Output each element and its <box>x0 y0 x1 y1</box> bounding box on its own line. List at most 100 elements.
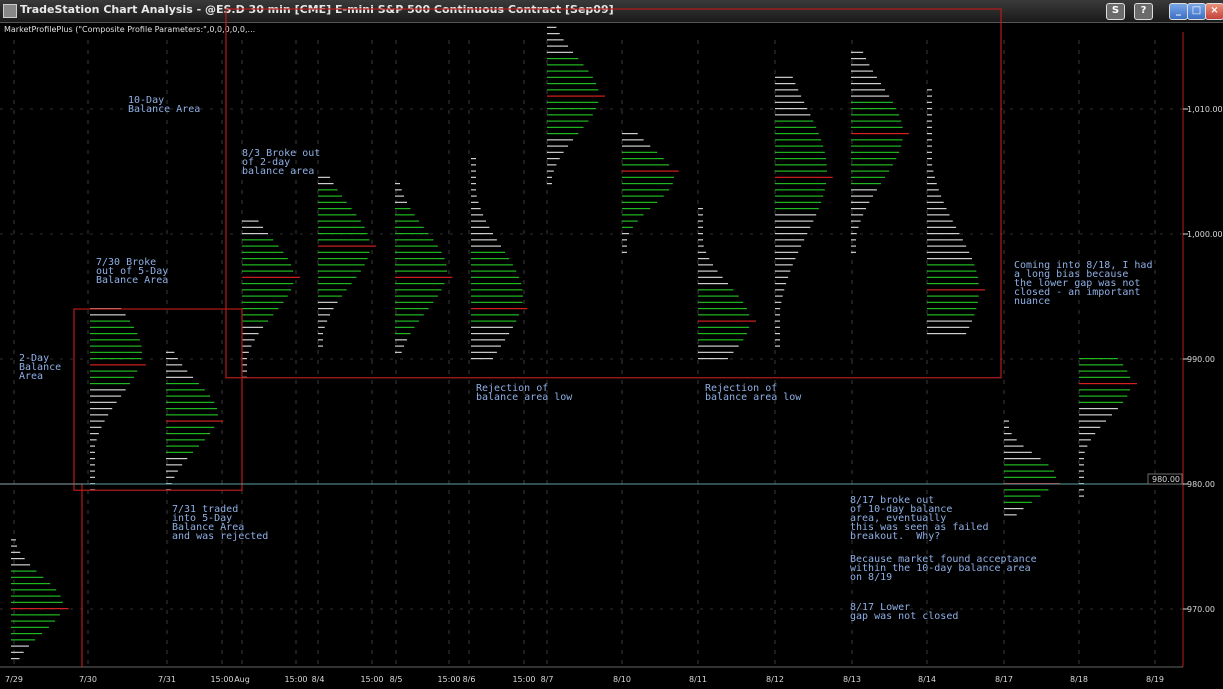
tpo-row <box>395 251 442 253</box>
tpo-row <box>471 333 510 335</box>
tpo-row <box>1004 426 1009 428</box>
x-tick-label: 8/13 <box>843 675 861 684</box>
tpo-row <box>775 326 780 328</box>
tpo-row <box>927 176 935 178</box>
tpo-row <box>851 245 856 247</box>
profile-7-31 <box>166 351 224 491</box>
tpo-row <box>775 214 817 216</box>
tpo-row <box>242 339 255 341</box>
tpo-row <box>11 645 29 647</box>
tpo-row <box>166 445 199 447</box>
tpo-row <box>851 208 867 210</box>
tpo-row <box>1004 445 1024 447</box>
tpo-row <box>242 233 269 235</box>
tpo-row <box>547 33 560 35</box>
tpo-row <box>471 220 487 222</box>
tpo-row <box>927 139 932 141</box>
x-tick-label: 8/18 <box>1070 675 1088 684</box>
tpo-row <box>166 476 175 478</box>
tpo-row <box>622 158 664 160</box>
tpo-row <box>1079 470 1084 472</box>
annotation-rejection-2: Rejection of balance area low <box>705 383 802 403</box>
tpo-row <box>547 126 584 128</box>
tpo-row <box>622 176 674 178</box>
tpo-row <box>775 145 824 147</box>
tpo-row <box>1004 464 1049 466</box>
tpo-row <box>775 245 802 247</box>
tpo-row <box>242 245 279 247</box>
tpo-row <box>698 233 703 235</box>
tpo-row <box>1004 476 1056 478</box>
tpo-row <box>698 301 744 303</box>
tpo-row <box>698 308 747 310</box>
tpo-row <box>775 301 782 303</box>
tpo-row <box>622 245 627 247</box>
tpo-row <box>698 258 710 260</box>
tpo-row <box>547 51 574 53</box>
tpo-row <box>851 126 903 128</box>
poc-bar <box>166 420 224 422</box>
poc-bar <box>1079 383 1137 385</box>
tpo-row <box>927 314 975 316</box>
tpo-row <box>698 226 703 228</box>
tpo-row <box>471 176 476 178</box>
tpo-row <box>318 233 368 235</box>
tpo-row <box>11 545 18 547</box>
tpo-row <box>166 364 183 366</box>
tpo-row <box>851 101 893 103</box>
tpo-row <box>166 458 188 460</box>
tpo-row <box>698 283 728 285</box>
tpo-row <box>851 201 870 203</box>
x-tick-label: 7/29 <box>5 675 23 684</box>
tpo-row <box>698 270 718 272</box>
profile-8-12 <box>775 76 833 347</box>
tpo-row <box>775 270 791 272</box>
tpo-row <box>927 108 932 110</box>
tpo-row <box>242 289 292 291</box>
tpo-row <box>1079 476 1084 478</box>
tpo-row <box>242 364 247 366</box>
tpo-row <box>851 120 902 122</box>
tpo-row <box>166 408 218 410</box>
tpo-row <box>622 133 638 135</box>
tpo-row <box>1004 501 1032 503</box>
tpo-row <box>1004 508 1024 510</box>
tpo-row <box>622 145 651 147</box>
tpo-row <box>775 151 825 153</box>
tpo-row <box>11 633 43 635</box>
tpo-row <box>1079 376 1131 378</box>
tpo-row <box>90 414 109 416</box>
tpo-row <box>547 114 593 116</box>
tpo-row <box>90 445 95 447</box>
tpo-row <box>1079 408 1118 410</box>
tpo-row <box>242 333 259 335</box>
tpo-row <box>471 164 476 166</box>
tpo-row <box>90 376 134 378</box>
tpo-row <box>90 383 131 385</box>
tpo-row <box>318 276 357 278</box>
tpo-row <box>471 283 522 285</box>
tpo-row <box>471 195 477 197</box>
profile-8-18 <box>1079 358 1137 497</box>
tpo-row <box>90 464 95 466</box>
tpo-row <box>698 251 707 253</box>
x-tick-label: 8/4 <box>312 675 325 684</box>
tpo-row <box>775 101 805 103</box>
tpo-row <box>318 226 365 228</box>
tpo-row <box>242 308 279 310</box>
tpo-row <box>471 289 523 291</box>
tpo-row <box>1079 420 1106 422</box>
tpo-row <box>547 151 564 153</box>
tpo-row <box>318 345 323 347</box>
tpo-row <box>1079 464 1084 466</box>
tpo-row <box>622 226 633 228</box>
tpo-row <box>927 195 942 197</box>
tpo-row <box>318 308 334 310</box>
tpo-row <box>471 183 476 185</box>
tpo-row <box>318 333 323 335</box>
tpo-row <box>927 326 970 328</box>
tpo-row <box>471 345 501 347</box>
tpo-row <box>775 114 811 116</box>
tpo-row <box>318 251 370 253</box>
tpo-row <box>395 295 438 297</box>
